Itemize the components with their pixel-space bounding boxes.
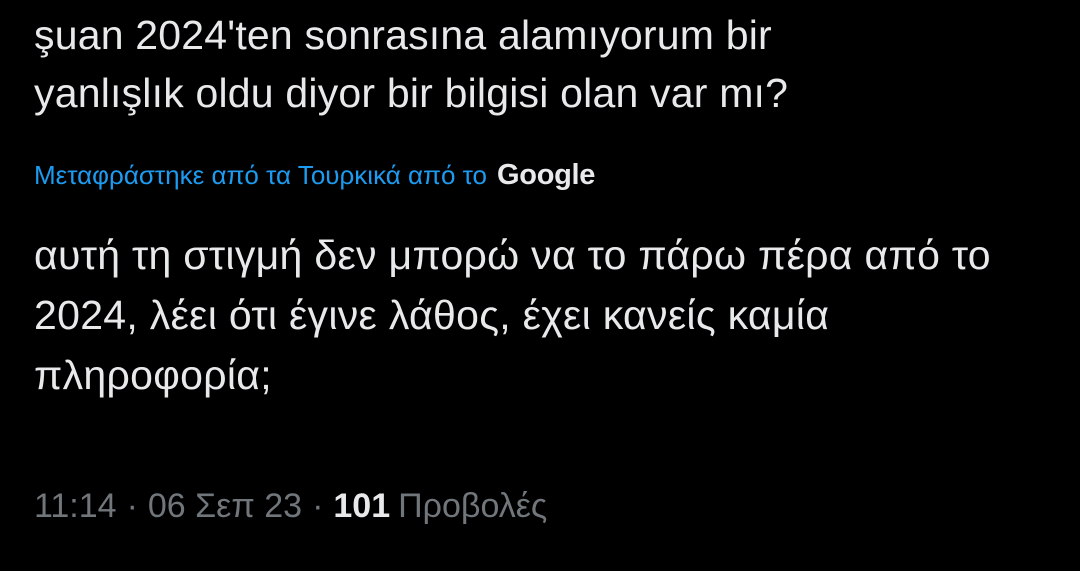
tweet-meta: 11:14 · 06 Σεπ 23 · 101 Προβολές	[34, 483, 547, 529]
views-count[interactable]: 101	[333, 487, 390, 526]
tweet-translated-text: αυτή τη στιγμή δεν μπορώ να το πάρω πέρα…	[34, 232, 991, 398]
google-logo: Google	[497, 158, 596, 191]
translation-link[interactable]: Μεταφράστηκε από τα Τουρκικά από το	[34, 160, 487, 191]
translation-attribution: Μεταφράστηκε από τα Τουρκικά από το Goog…	[34, 155, 595, 195]
meta-separator: ·	[126, 486, 138, 525]
meta-separator: ·	[312, 486, 324, 525]
tweet-date[interactable]: 06 Σεπ 23	[148, 487, 302, 526]
tweet-body: şuan 2024'ten sonrasına alamıyorum bir y…	[34, 0, 1054, 571]
views-label: Προβολές	[398, 486, 548, 525]
tweet-original-text: şuan 2024'ten sonrasına alamıyorum bir y…	[34, 12, 789, 116]
tweet-time[interactable]: 11:14	[34, 487, 117, 526]
